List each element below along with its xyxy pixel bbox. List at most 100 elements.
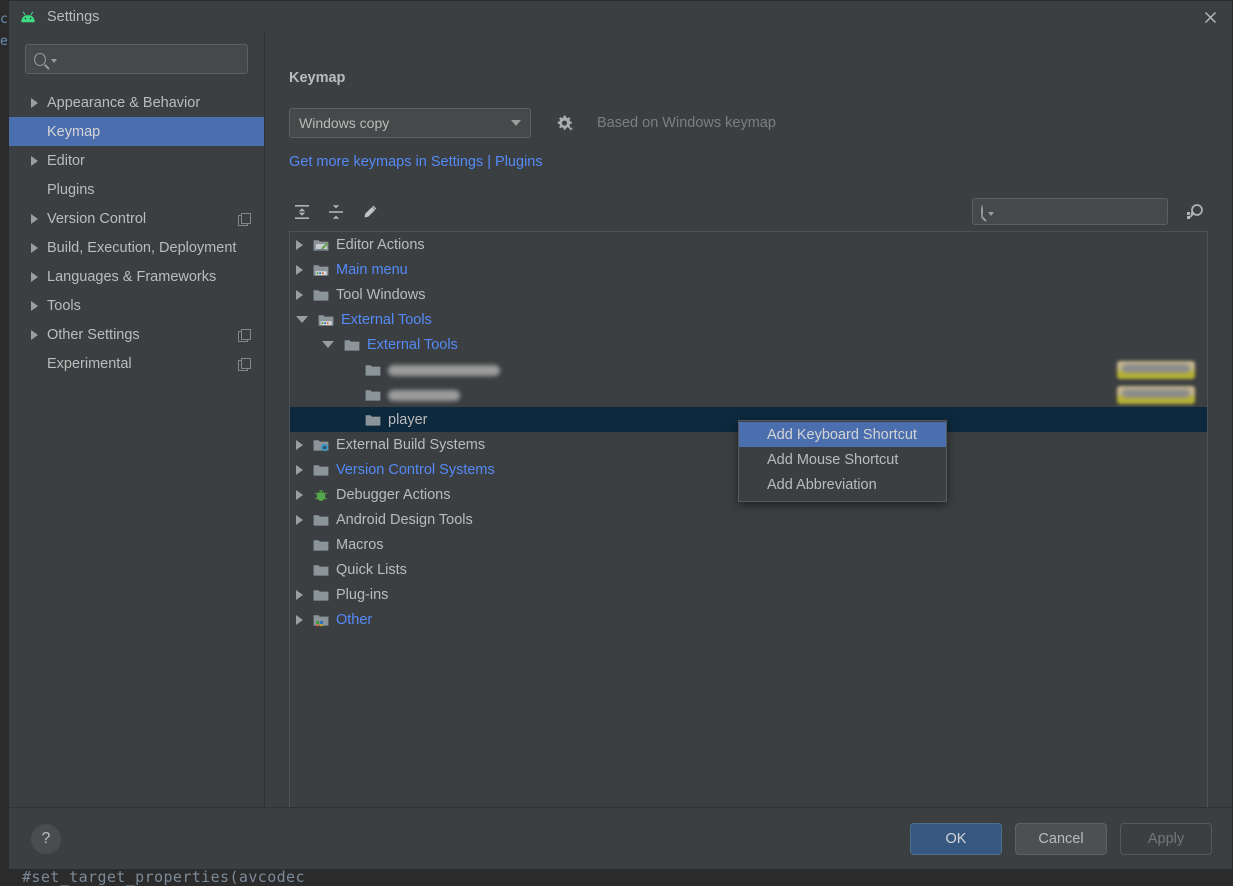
sidebar-item-label: Tools (47, 298, 81, 314)
tree-row[interactable]: Tool Windows (290, 282, 1207, 307)
gear-icon[interactable] (551, 111, 577, 135)
context-menu-item-add-abbreviation[interactable]: Add Abbreviation (739, 472, 946, 497)
chevron-down-icon[interactable] (296, 316, 308, 323)
sidebar-item-tools[interactable]: Tools (9, 291, 264, 320)
chevron-right-icon[interactable] (296, 240, 303, 250)
tree-row[interactable]: Quick Lists (290, 557, 1207, 582)
search-input[interactable] (57, 51, 239, 68)
chevron-right-icon[interactable] (296, 515, 303, 525)
chevron-right-icon[interactable] (31, 156, 38, 166)
ok-button[interactable]: OK (910, 823, 1002, 855)
sidebar-list: Appearance & Behavior Keymap Editor Plugins… (9, 88, 264, 378)
tree-row[interactable] (290, 382, 1207, 407)
tree-row-label: Editor Actions (336, 237, 425, 253)
chevron-right-icon[interactable] (296, 265, 303, 275)
context-menu-item-add-keyboard-shortcut[interactable]: Add Keyboard Shortcut (739, 422, 946, 447)
tree-row-label: Tool Windows (336, 287, 425, 303)
cancel-button[interactable]: Cancel (1015, 823, 1107, 855)
folder-icon (365, 413, 381, 427)
tree-row[interactable]: Plug-ins (290, 582, 1207, 607)
project-scope-icon (238, 213, 250, 225)
help-button[interactable]: ? (31, 824, 61, 854)
keymap-settings-panel: Keymap Windows copy Based on Windows key… (265, 32, 1232, 807)
keymap-search-box[interactable] (972, 198, 1168, 225)
sidebar-item-keymap[interactable]: Keymap (9, 117, 264, 146)
tree-row[interactable]: Other (290, 607, 1207, 632)
chevron-right-icon[interactable] (31, 330, 38, 340)
sidebar-item-label: Build, Execution, Deployment (47, 240, 236, 256)
sidebar-item-label: Version Control (47, 211, 146, 227)
expand-all-icon[interactable] (289, 199, 315, 225)
folder-icon (313, 513, 329, 527)
keymap-dropdown-value: Windows copy (299, 115, 511, 131)
shortcut-badge (1117, 361, 1195, 379)
sidebar-item-plugins[interactable]: Plugins (9, 175, 264, 204)
chevron-right-icon[interactable] (31, 272, 38, 282)
tree-row-label: External Tools (341, 312, 432, 328)
chevron-down-icon (511, 120, 521, 126)
sidebar-item-build-execution-deployment[interactable]: Build, Execution, Deployment (9, 233, 264, 262)
chevron-right-icon[interactable] (296, 590, 303, 600)
tree-row-label-redacted (388, 390, 460, 401)
build-systems-icon (313, 438, 329, 452)
tree-row-label: External Tools (367, 337, 458, 353)
chevron-down-icon[interactable] (322, 341, 334, 348)
folder-icon (313, 563, 329, 577)
chevron-right-icon[interactable] (31, 301, 38, 311)
sidebar-item-label: Experimental (47, 356, 132, 372)
sidebar-item-version-control[interactable]: Version Control (9, 204, 264, 233)
project-scope-icon (238, 329, 250, 341)
chevron-right-icon[interactable] (31, 243, 38, 253)
tree-row-label: Macros (336, 537, 384, 553)
pencil-icon[interactable] (357, 199, 383, 225)
chevron-right-icon[interactable] (296, 290, 303, 300)
folder-icon (313, 588, 329, 602)
tree-row[interactable] (290, 357, 1207, 382)
shortcut-badge (1117, 386, 1195, 404)
tree-row[interactable]: Editor Actions (290, 232, 1207, 257)
search-icon (981, 205, 983, 218)
get-more-keymaps-link[interactable]: Get more keymaps in Settings | Plugins (289, 154, 1208, 170)
chevron-right-icon[interactable] (296, 465, 303, 475)
tree-row[interactable]: External Tools (290, 332, 1207, 357)
tree-row[interactable]: Main menu (290, 257, 1207, 282)
apply-button[interactable]: Apply (1120, 823, 1212, 855)
keymap-dropdown[interactable]: Windows copy (289, 108, 531, 138)
keymap-tree-toolbar (289, 192, 1208, 232)
tree-row[interactable]: External Tools (290, 307, 1207, 332)
tree-row[interactable]: Android Design Tools (290, 507, 1207, 532)
keymap-search-input[interactable] (994, 203, 1176, 220)
sidebar-item-label: Keymap (47, 124, 100, 140)
sidebar-item-label: Editor (47, 153, 85, 169)
find-by-shortcut-icon[interactable] (1182, 199, 1208, 225)
tree-row-label: Main menu (336, 262, 408, 278)
chevron-right-icon[interactable] (296, 490, 303, 500)
chevron-right-icon[interactable] (31, 214, 38, 224)
collapse-all-icon[interactable] (323, 199, 349, 225)
context-menu-item-add-mouse-shortcut[interactable]: Add Mouse Shortcut (739, 447, 946, 472)
sidebar-item-languages-frameworks[interactable]: Languages & Frameworks (9, 262, 264, 291)
chevron-right-icon[interactable] (296, 440, 303, 450)
editor-actions-icon (313, 238, 329, 252)
chevron-right-icon[interactable] (31, 98, 38, 108)
keymap-action-tree[interactable]: Editor Actions Main menu Tool Windows Exter… (289, 232, 1208, 807)
folder-icon (313, 288, 329, 302)
tree-row-label: Version Control Systems (336, 462, 495, 478)
tree-row[interactable]: Macros (290, 532, 1207, 557)
chevron-right-icon[interactable] (296, 615, 303, 625)
context-menu: Add Keyboard ShortcutAdd Mouse ShortcutA… (738, 420, 947, 502)
sidebar-item-other-settings[interactable]: Other Settings (9, 320, 264, 349)
project-scope-icon (238, 358, 250, 370)
keymap-selection-row: Windows copy Based on Windows keymap (289, 108, 1208, 138)
sidebar-search-box[interactable] (25, 44, 248, 74)
tree-row-label-redacted (388, 365, 500, 376)
settings-dialog: Settings Appearance & BehaviorKeymapEdit… (8, 0, 1233, 870)
main-menu-icon (313, 263, 329, 277)
sidebar-item-editor[interactable]: Editor (9, 146, 264, 175)
sidebar-item-appearance-behavior[interactable]: Appearance & Behavior (9, 88, 264, 117)
sidebar-item-experimental[interactable]: Experimental (9, 349, 264, 378)
tree-row-label: player (388, 412, 428, 428)
bug-icon (313, 488, 329, 502)
close-icon[interactable] (1200, 7, 1220, 27)
search-icon (34, 53, 46, 66)
